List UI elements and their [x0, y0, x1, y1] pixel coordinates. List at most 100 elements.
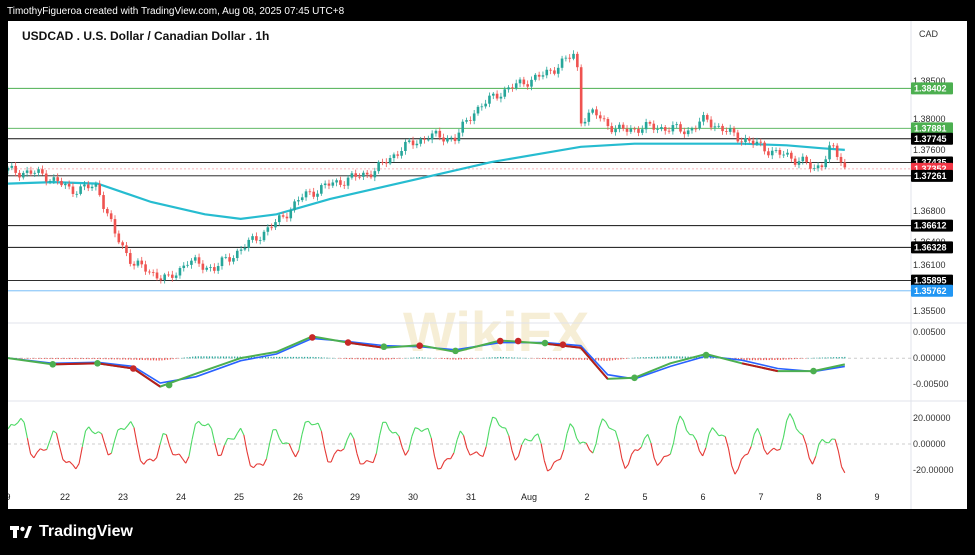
osc-line-segment — [776, 448, 781, 451]
macd-histogram-bar — [346, 358, 348, 359]
macd-histogram-bar — [306, 356, 309, 359]
chart-area[interactable]: .tick { font-family:"Liberation Sans", s… — [8, 21, 967, 509]
price-candle-body — [449, 137, 453, 139]
price-candle-body — [339, 180, 342, 185]
price-candle-body — [358, 176, 361, 178]
price-candle-body — [155, 272, 159, 279]
osc-line-segment — [517, 444, 523, 457]
osc-line-segment — [492, 416, 497, 419]
osc-line-segment — [834, 439, 839, 452]
price-candle-body — [64, 183, 67, 186]
osc-line-segment — [550, 462, 555, 470]
osc-line-segment — [250, 465, 254, 469]
macd-histogram-bar — [273, 356, 275, 359]
macd-histogram-bar — [416, 357, 418, 359]
macd-histogram-bar — [360, 358, 362, 360]
price-candle-body — [201, 263, 205, 270]
macd-histogram-bar — [597, 358, 600, 361]
chart-svg[interactable]: .tick { font-family:"Liberation Sans", s… — [8, 21, 967, 509]
macd-histogram-bar — [841, 356, 843, 359]
macd-histogram-bar — [494, 357, 496, 359]
macd-histogram-bar — [757, 358, 759, 361]
price-candle-body — [564, 57, 568, 59]
price-candle-body — [648, 122, 652, 124]
osc-line-segment — [133, 427, 138, 446]
osc-line-segment — [204, 423, 209, 427]
price-candle-body — [797, 161, 801, 165]
macd-histogram-bar — [631, 357, 633, 359]
x-axis-label: 5 — [642, 492, 647, 502]
price-candle-body — [839, 156, 843, 163]
tradingview-logo[interactable]: TradingView — [10, 523, 133, 541]
macd-histogram-bar — [217, 356, 219, 359]
osc-line-segment — [792, 419, 797, 429]
macd-histogram-bar — [684, 356, 686, 359]
price-candle-body — [178, 268, 182, 276]
macd-histogram-bar — [144, 358, 146, 361]
macd-histogram-bar — [158, 358, 160, 361]
macd-histogram-bar — [138, 358, 141, 360]
price-candle-body — [614, 129, 617, 133]
macd-histogram-bar — [43, 358, 45, 359]
price-candle-body — [224, 257, 228, 258]
price-candle-body — [675, 124, 678, 126]
price-candle-body — [220, 257, 224, 267]
chart-title: USDCAD . U.S. Dollar / Canadian Dollar .… — [22, 29, 269, 43]
osc-line-segment — [201, 424, 206, 427]
macd-histogram-bar — [312, 356, 314, 359]
price-candle-body — [759, 141, 763, 143]
osc-line-segment — [207, 423, 213, 430]
price-candle-body — [274, 222, 277, 228]
price-candle-body — [660, 127, 663, 130]
macd-histogram-bar — [208, 356, 211, 359]
osc-line-segment — [737, 459, 742, 470]
macd-histogram-bar — [561, 358, 563, 360]
price-candle-body — [21, 172, 25, 178]
osc-line-segment — [411, 427, 416, 437]
macd-histogram-bar — [536, 358, 538, 359]
osc-line-segment — [592, 443, 597, 454]
macd-cross-marker — [94, 360, 101, 367]
osc-line-segment — [605, 421, 610, 429]
osc-line-segment — [246, 451, 251, 466]
macd-histogram-bar — [343, 358, 345, 359]
osc-line-segment — [766, 450, 771, 455]
price-candle-body — [625, 128, 629, 132]
price-candle-body — [33, 172, 37, 174]
price-candle-body — [52, 177, 56, 181]
price-candle-body — [14, 165, 17, 173]
macd-histogram-bar — [791, 358, 793, 360]
price-candle-body — [732, 128, 736, 133]
price-candle-body — [113, 219, 117, 234]
macd-histogram-bar — [771, 358, 773, 361]
macd-histogram-bar — [603, 358, 605, 361]
macd-histogram-bar — [220, 356, 222, 359]
macd-histogram-bar — [368, 358, 370, 360]
price-candle-body — [117, 233, 121, 243]
macd-histogram-bar — [670, 356, 672, 359]
price-candle-body — [83, 184, 86, 187]
macd-histogram-bar — [553, 358, 555, 360]
osc-line-segment — [337, 449, 341, 452]
osc-line-segment — [162, 433, 167, 436]
price-candle-body — [793, 158, 797, 165]
macd-histogram-bar — [441, 358, 443, 359]
macd-histogram-bar — [681, 356, 684, 359]
x-axis-label: 9 — [8, 492, 11, 502]
price-candle-body — [728, 128, 732, 132]
osc-line-segment — [236, 427, 242, 434]
macd-histogram-bar — [413, 357, 415, 359]
macd-histogram-bar — [824, 357, 826, 359]
ema-line — [8, 142, 845, 221]
macd-cross-marker — [416, 342, 424, 349]
price-candle-body — [545, 69, 549, 76]
price-candle-body — [48, 180, 52, 182]
tradingview-frame: TimothyFigueroa created with TradingView… — [0, 0, 975, 555]
osc-line-segment — [534, 433, 539, 437]
macd-cross-marker — [514, 337, 522, 345]
x-axis-label: 26 — [293, 492, 303, 502]
oscillator-panel: 20.00000 0.00000 -20.00000 — [8, 413, 954, 475]
macd-histogram-bar — [754, 358, 756, 361]
price-candle-body — [430, 133, 434, 140]
price-y-tick: 1.37600 — [913, 145, 946, 155]
